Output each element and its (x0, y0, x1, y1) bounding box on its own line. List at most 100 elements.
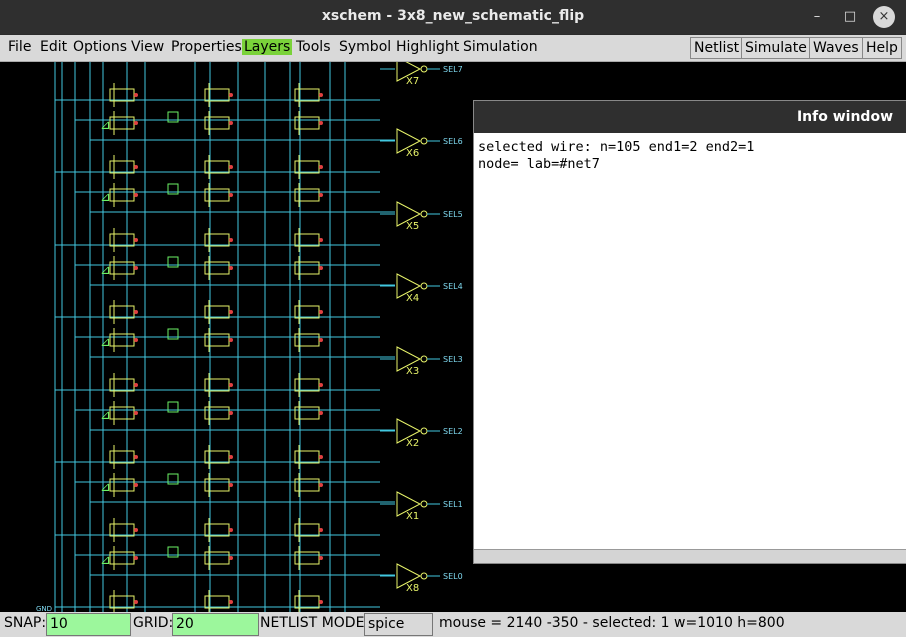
pin-dot (134, 528, 138, 532)
maximize-button[interactable]: □ (839, 6, 861, 28)
menu-edit[interactable]: Edit (38, 39, 69, 55)
output-label: SEL1 (443, 500, 463, 509)
menu-layers[interactable]: Layers (242, 39, 293, 55)
netlist-mode-field[interactable]: spice (364, 613, 433, 636)
inverter-label: X5 (406, 221, 419, 232)
pin-dot (134, 483, 138, 487)
pin-dot (319, 93, 323, 97)
pin-dot (229, 556, 233, 560)
minimize-button[interactable]: – (806, 6, 828, 28)
pin-dot (229, 528, 233, 532)
pin-dot (134, 338, 138, 342)
info-window: Info window selected wire: n=105 end1=2 … (473, 100, 906, 564)
menu-tools[interactable]: Tools (294, 39, 333, 55)
close-button[interactable]: × (873, 6, 895, 28)
pin-dot (319, 411, 323, 415)
output-label: SEL0 (443, 572, 463, 581)
menu-highlight[interactable]: Highlight (394, 39, 461, 55)
pin-dot (229, 483, 233, 487)
pin-dot (319, 600, 323, 604)
pin-dot (229, 193, 233, 197)
pin-dot (134, 238, 138, 242)
marker-glyph: ⊿ (100, 553, 111, 568)
output-label: SEL2 (443, 427, 463, 436)
mouse-status: mouse = 2140 -350 - selected: 1 w=1010 h… (439, 615, 785, 631)
pin-dot (229, 455, 233, 459)
pin-dot (229, 310, 233, 314)
pin-dot (134, 556, 138, 560)
pin-dot (319, 528, 323, 532)
pin-dot (319, 556, 323, 560)
info-line-2: node= lab=#net7 (478, 156, 600, 172)
pin-dot (229, 338, 233, 342)
snap-label: SNAP: (4, 615, 47, 631)
pin-dot (319, 165, 323, 169)
pin-dot (319, 455, 323, 459)
inverter-bubble (420, 572, 428, 580)
pin-dot (229, 165, 233, 169)
menu-bar: File Edit Options View Properties Layers… (0, 35, 906, 62)
inverter-label: X7 (406, 76, 419, 87)
output-label: SEL4 (443, 282, 463, 291)
info-window-title: Info window (474, 101, 906, 133)
inverter-label: X6 (406, 148, 419, 159)
pin-dot (229, 411, 233, 415)
title-bar: xschem - 3x8_new_schematic_flip – □ × (0, 0, 906, 34)
inverter-bubble (420, 65, 428, 73)
menu-file[interactable]: File (6, 39, 33, 55)
pin-dot (229, 121, 233, 125)
marker-glyph: ⊿ (100, 335, 111, 350)
output-label: SEL6 (443, 137, 463, 146)
menu-options[interactable]: Options (71, 39, 129, 55)
info-line-1: selected wire: n=105 end1=2 end2=1 (478, 139, 755, 155)
snap-field[interactable]: 10 (46, 613, 131, 636)
netlist-button[interactable]: Netlist (690, 37, 744, 59)
pin-dot (229, 238, 233, 242)
pin-dot (134, 411, 138, 415)
pin-dot (319, 338, 323, 342)
gnd-label: GND (36, 605, 52, 612)
simulate-button[interactable]: Simulate (741, 37, 811, 59)
pin-dot (319, 383, 323, 387)
menu-properties[interactable]: Properties (169, 39, 244, 55)
marker-glyph: ⊿ (100, 118, 111, 133)
marker-glyph: ⊿ (100, 263, 111, 278)
grid-label: GRID: (133, 615, 174, 631)
output-label: SEL5 (443, 210, 463, 219)
marker-glyph: ⊿ (100, 190, 111, 205)
inverter-bubble (420, 427, 428, 435)
marker-glyph: ⊿ (100, 408, 111, 423)
inverter-bubble (420, 500, 428, 508)
output-label: SEL3 (443, 355, 463, 364)
help-button[interactable]: Help (862, 37, 902, 59)
pin-dot (134, 455, 138, 459)
pin-dot (134, 193, 138, 197)
pin-dot (134, 383, 138, 387)
info-horizontal-scrollbar[interactable] (474, 549, 906, 563)
status-bar: SNAP: 10 GRID: 20 NETLIST MODE: spice mo… (0, 612, 906, 637)
pin-dot (319, 483, 323, 487)
marker-glyph: ⊿ (100, 480, 111, 495)
grid-field[interactable]: 20 (172, 613, 259, 636)
inverter-bubble (420, 210, 428, 218)
pin-dot (134, 266, 138, 270)
pin-dot (229, 600, 233, 604)
pin-dot (229, 93, 233, 97)
window-title: xschem - 3x8_new_schematic_flip (321, 8, 585, 24)
waves-button[interactable]: Waves (809, 37, 863, 59)
pin-dot (319, 310, 323, 314)
menu-symbol[interactable]: Symbol (337, 39, 393, 55)
inverter-label: X3 (406, 366, 419, 377)
pin-dot (319, 238, 323, 242)
pin-dot (134, 93, 138, 97)
menu-simulation[interactable]: Simulation (461, 39, 540, 55)
output-label: SEL7 (443, 65, 463, 74)
pin-dot (134, 165, 138, 169)
netlist-mode-label: NETLIST MODE: (260, 615, 370, 631)
menu-view[interactable]: View (129, 39, 166, 55)
pin-dot (229, 266, 233, 270)
pin-dot (229, 383, 233, 387)
pin-dot (319, 193, 323, 197)
info-text[interactable]: selected wire: n=105 end1=2 end2=1 node=… (474, 133, 906, 179)
inverter-bubble (420, 355, 428, 363)
